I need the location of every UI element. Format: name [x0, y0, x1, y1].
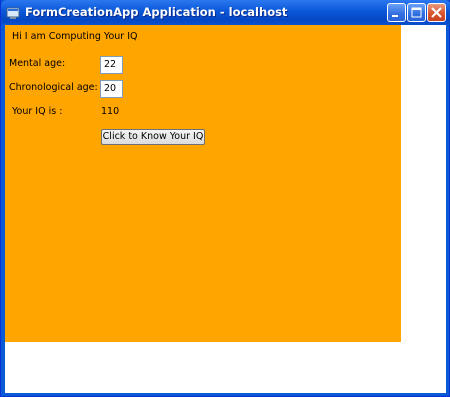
minimize-button[interactable] [387, 3, 406, 22]
close-icon [431, 7, 442, 18]
chronological-age-input[interactable]: 20 [100, 80, 123, 98]
maximize-icon [411, 7, 422, 18]
iq-result-value: 110 [101, 106, 120, 117]
title-bar[interactable]: FormCreationApp Application - localhost [1, 0, 450, 25]
client-area: Hi I am Computing Your IQ Mental age: 22… [5, 25, 446, 393]
compute-iq-button[interactable]: Click to Know Your IQ [101, 129, 205, 145]
window-title: FormCreationApp Application - localhost [25, 5, 288, 19]
app-window: FormCreationApp Application - localhost … [0, 0, 450, 397]
form-panel: Hi I am Computing Your IQ Mental age: 22… [5, 25, 401, 342]
close-button[interactable] [427, 3, 446, 22]
greeting-text: Hi I am Computing Your IQ [12, 31, 138, 42]
mental-age-label: Mental age: [9, 58, 66, 69]
mental-age-input[interactable]: 22 [100, 56, 123, 74]
maximize-button[interactable] [407, 3, 426, 22]
minimize-icon [392, 15, 398, 17]
chronological-age-label: Chronological age: [9, 82, 98, 93]
iq-result-label: Your IQ is : [12, 106, 63, 117]
app-icon [6, 5, 20, 19]
